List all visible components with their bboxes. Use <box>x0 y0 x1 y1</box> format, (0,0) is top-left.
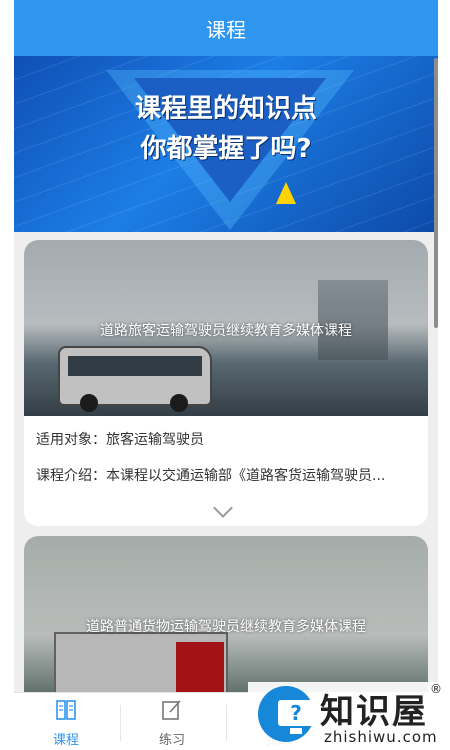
app-screen: 课程 课程里的知识点 你都掌握了吗? 道路旅客运输驾驶员继续教育多媒体课程 适用… <box>14 0 438 750</box>
watermark-stand <box>290 728 302 734</box>
tab-label: 练习 <box>158 733 185 748</box>
tab-practice[interactable]: 练习 <box>122 693 222 750</box>
course-card[interactable]: 道路旅客运输驾驶员继续教育多媒体课程 适用对象：旅客运输驾驶员 课程介绍：本课程… <box>24 240 428 526</box>
book-icon <box>56 700 76 720</box>
question-mark-glyph: ? <box>290 701 302 725</box>
banner-headline-2: 你都掌握了吗? <box>140 134 312 164</box>
site-watermark: ? 知识屋 ® zhishiwu.com <box>248 682 450 750</box>
watermark-registered: ® <box>430 682 442 696</box>
course-title: 道路普通货物运输驾驶员继续教育多媒体课程 <box>86 619 366 635</box>
page-title: 课程 <box>206 17 246 42</box>
tab-separator <box>120 705 121 741</box>
tab-label: 课程 <box>52 733 79 748</box>
course-target: 适用对象：旅客运输驾驶员 <box>36 432 204 448</box>
scrollbar[interactable] <box>434 58 438 328</box>
tab-separator <box>226 705 227 741</box>
course-intro: 课程介绍：本课程以交通运输部《道路客货运输驾驶员... <box>36 468 386 484</box>
top-bar: 课程 <box>14 0 438 56</box>
banner-yellow-triangle <box>276 182 296 204</box>
watermark-name: 知识屋 <box>320 692 428 732</box>
chevron-down-icon[interactable] <box>213 498 233 518</box>
banner-headline-1: 课程里的知识点 <box>134 94 317 124</box>
edit-icon <box>162 700 181 720</box>
course-thumbnail[interactable]: 道路旅客运输驾驶员继续教育多媒体课程 <box>24 240 428 416</box>
promo-banner[interactable]: 课程里的知识点 你都掌握了吗? <box>14 56 438 232</box>
watermark-screen: ? <box>278 700 314 726</box>
course-title: 道路旅客运输驾驶员继续教育多媒体课程 <box>100 323 352 339</box>
tab-course[interactable]: 课程 <box>16 693 116 750</box>
watermark-domain: zhishiwu.com <box>324 728 438 746</box>
watermark-logo-icon: ? <box>258 686 314 742</box>
course-info: 适用对象：旅客运输驾驶员 课程介绍：本课程以交通运输部《道路客货运输驾驶员... <box>24 422 428 494</box>
